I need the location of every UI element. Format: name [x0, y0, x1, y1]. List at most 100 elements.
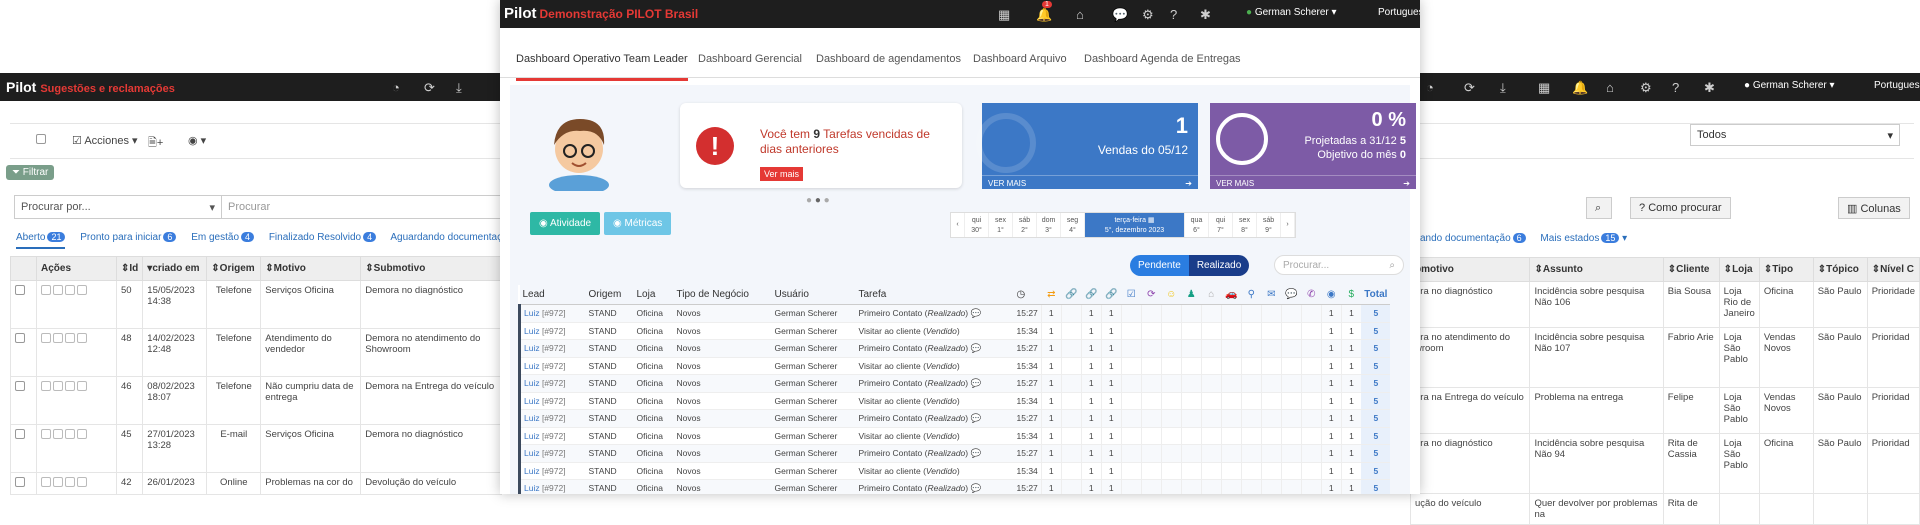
metric-cell[interactable]	[1300, 322, 1322, 340]
metric-cell[interactable]: 1	[1080, 357, 1102, 375]
realizado-toggle[interactable]: Realizado	[1188, 255, 1250, 276]
metric-cell[interactable]	[1260, 339, 1282, 358]
row-actions[interactable]	[36, 424, 117, 473]
metric-cell[interactable]	[1280, 357, 1302, 375]
lead-row[interactable]: Luiz [#972] STAND Oficina Novos German Scher…	[518, 304, 1391, 323]
metric-cell[interactable]	[1160, 479, 1182, 494]
atividade-button[interactable]: ◉ Atividade	[530, 212, 601, 235]
metric-cell[interactable]	[1180, 479, 1202, 494]
metric-cell[interactable]	[1280, 427, 1302, 445]
acciones-button[interactable]: ☑ Acciones ▾	[72, 134, 138, 147]
cell-lead[interactable]: Luiz [#972]	[518, 374, 586, 393]
cell-total[interactable]: 5	[1361, 339, 1391, 358]
metric-cell[interactable]	[1160, 462, 1182, 480]
metric-cell[interactable]	[1060, 374, 1082, 393]
search-by-select[interactable]: Procurar por... ▾	[14, 195, 222, 219]
metric-cell[interactable]	[1300, 392, 1322, 410]
metric-cell[interactable]	[1140, 427, 1162, 445]
row-checkbox[interactable]	[10, 472, 37, 495]
chat-icon[interactable]: 💬	[1112, 7, 1128, 23]
user-menu-r[interactable]: ● German Scherer ▾	[1744, 80, 1835, 91]
cell-lead[interactable]: Luiz [#972]	[518, 392, 586, 410]
col-submotivo-r[interactable]: bmotivo	[1409, 257, 1531, 282]
tab-em-gestao[interactable]: Em gestão 4	[191, 232, 255, 243]
metric-cell[interactable]	[1180, 409, 1202, 428]
tab-aberto[interactable]: Aberto 21	[16, 232, 66, 249]
metric-cell[interactable]	[1280, 322, 1302, 340]
tab-mais-estados[interactable]: Mais estados 15 ▾	[1540, 233, 1627, 244]
metric-cell[interactable]	[1200, 304, 1222, 323]
metric-cell[interactable]	[1220, 444, 1242, 463]
col-loja-f[interactable]: Loja	[633, 285, 674, 305]
row-checkbox[interactable]	[10, 424, 37, 473]
tab-finalizado[interactable]: Finalizado Resolvido 4	[269, 232, 377, 243]
metric-cell[interactable]: 1	[1100, 462, 1122, 480]
metric-cell[interactable]	[1240, 462, 1262, 480]
metric-cell[interactable]	[1200, 322, 1222, 340]
metric-cell[interactable]	[1160, 392, 1182, 410]
refresh-icon-r[interactable]: ⟳	[1464, 80, 1475, 96]
lead-row[interactable]: Luiz [#972] STAND Oficina Novos German Scher…	[518, 409, 1391, 428]
table-row[interactable]: ora no diagnóstico Incidência sobre pesqu…	[1409, 281, 1920, 328]
metric-cell[interactable]: 1	[1100, 322, 1122, 340]
metric-cell[interactable]: 1	[1100, 444, 1122, 463]
lead-row[interactable]: Luiz [#972] STAND Oficina Novos German Scher…	[518, 392, 1391, 410]
comment-icon[interactable]: 💬	[971, 308, 982, 318]
cell-lead[interactable]: Luiz [#972]	[518, 444, 586, 463]
metric-cell[interactable]: 1	[1080, 304, 1102, 323]
metric-cell[interactable]	[1120, 427, 1142, 445]
comment-icon[interactable]: 💬	[971, 343, 982, 353]
metric-cell[interactable]	[1200, 444, 1222, 463]
metric-cell[interactable]	[1260, 462, 1282, 480]
table-row[interactable]: 46 08/02/2023 18:07 Telefone Não cumpriu da…	[10, 376, 502, 425]
metric-cell[interactable]	[1300, 479, 1322, 494]
metric-cell[interactable]	[1140, 479, 1162, 494]
next-day-arrow[interactable]: ›	[1281, 213, 1295, 237]
metric-cell[interactable]	[1220, 357, 1242, 375]
metric-cell[interactable]	[1280, 462, 1302, 480]
metric-cell[interactable]	[1160, 374, 1182, 393]
col-id[interactable]: ⇕Id	[115, 256, 144, 281]
day-item[interactable]: seg 4°	[1061, 213, 1085, 237]
metric-cell[interactable]: 1	[1100, 357, 1122, 375]
cell-lead[interactable]: Luiz [#972]	[518, 304, 586, 323]
metric-cell[interactable]	[1120, 392, 1142, 410]
col-motivo[interactable]: ⇕Motivo	[260, 256, 362, 281]
col-cliente[interactable]: ⇕Cliente	[1662, 257, 1720, 282]
metric-cell[interactable]	[1220, 409, 1242, 428]
metric-cell[interactable]	[1060, 392, 1082, 410]
metric-cell[interactable]	[1200, 374, 1222, 393]
col-origem-f[interactable]: Origem	[585, 285, 634, 305]
metric-cell[interactable]	[1280, 392, 1302, 410]
cell-lead[interactable]: Luiz [#972]	[518, 462, 586, 480]
lead-row[interactable]: Luiz [#972] STAND Oficina Novos German Scher…	[518, 374, 1391, 393]
day-item[interactable]: qui 30°	[965, 213, 989, 237]
table-row[interactable]: ora na Entrega do veículo Problema na ent…	[1409, 387, 1920, 434]
download-icon[interactable]: ⤓	[456, 80, 462, 96]
metric-cell[interactable]: 1	[1100, 409, 1122, 428]
metric-cell[interactable]	[1300, 374, 1322, 393]
metric-cell[interactable]	[1220, 339, 1242, 358]
cell-total[interactable]: 5	[1361, 304, 1391, 323]
como-procurar-button[interactable]: ? Como procurar	[1630, 197, 1731, 219]
metric-cell[interactable]	[1260, 409, 1282, 428]
search-button-r[interactable]: ⌕	[1586, 197, 1612, 219]
tab-agendamentos[interactable]: Dashboard de agendamentos	[816, 53, 961, 65]
table-row[interactable]: 50 15/05/2023 14:38 Telefone Serviços Ofici…	[10, 280, 502, 329]
cell-lead[interactable]: Luiz [#972]	[518, 322, 586, 340]
table-row[interactable]: ora no atendimento do wroom Incidência so…	[1409, 327, 1920, 388]
metric-cell[interactable]	[1300, 339, 1322, 358]
lead-row[interactable]: Luiz [#972] STAND Oficina Novos German Scher…	[518, 444, 1391, 463]
metric-cell[interactable]: 1	[1100, 304, 1122, 323]
metric-cell[interactable]: 1	[1040, 427, 1062, 445]
col-submotivo[interactable]: ⇕Submotivo	[360, 256, 502, 281]
help-icon[interactable]: ?	[1170, 7, 1177, 22]
metric-cell[interactable]	[1060, 339, 1082, 358]
metric-cell[interactable]	[1240, 357, 1262, 375]
metric-cell[interactable]	[1200, 339, 1222, 358]
metric-cell[interactable]	[1160, 339, 1182, 358]
metric-cell[interactable]	[1180, 304, 1202, 323]
col-origem[interactable]: ⇕Origem	[206, 256, 262, 281]
day-item[interactable]: sex 8°	[1233, 213, 1257, 237]
metric-cell[interactable]	[1120, 374, 1142, 393]
